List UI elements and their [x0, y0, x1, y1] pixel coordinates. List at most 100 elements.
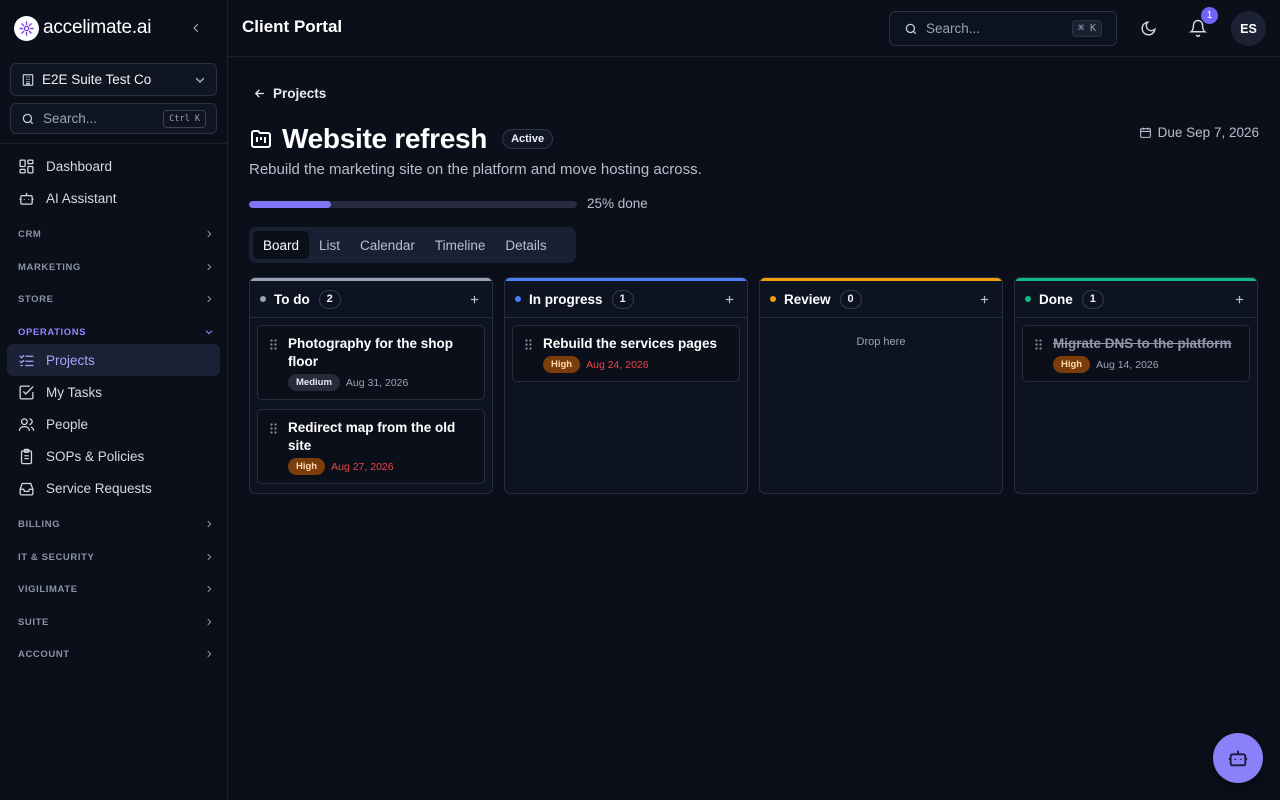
task-card[interactable]: Rebuild the services pages High Aug 24, …: [512, 325, 740, 382]
sidebar-search-input[interactable]: Search... Ctrl K: [10, 103, 217, 134]
sidebar-section-billing[interactable]: BILLING: [18, 515, 214, 533]
sidebar-section-operations[interactable]: OPERATIONS: [18, 323, 214, 341]
sidebar-section-vigilimate[interactable]: VIGILIMATE: [18, 580, 214, 598]
sidebar-item-service-requests[interactable]: Service Requests: [7, 472, 220, 504]
task-title: Migrate DNS to the platform: [1053, 336, 1232, 351]
org-select[interactable]: E2E Suite Test Co: [10, 63, 217, 96]
tab-list[interactable]: List: [309, 231, 350, 259]
task-card[interactable]: Redirect map from the old site High Aug …: [257, 409, 485, 484]
task-card[interactable]: Migrate DNS to the platform High Aug 14,…: [1022, 325, 1250, 382]
ai-assistant-fab-button[interactable]: [1213, 733, 1263, 783]
org-name: E2E Suite Test Co: [42, 72, 152, 87]
add-card-button[interactable]: [1231, 291, 1247, 307]
sidebar-item-label: Service Requests: [46, 480, 152, 496]
theme-toggle-button[interactable]: [1136, 16, 1160, 40]
board-column-done[interactable]: Done 1 Migrate DNS to the platform High …: [1014, 277, 1258, 494]
topbar: Client Portal Search... ⌘ K 1 ES: [228, 0, 1280, 57]
clipboard-icon: [20, 448, 33, 464]
sidebar-section-crm[interactable]: CRM: [18, 225, 214, 243]
column-header: Review 0: [760, 281, 1002, 318]
page-title: Client Portal: [242, 17, 343, 36]
project-progress-bar: [249, 201, 577, 208]
sidebar-item-my-tasks[interactable]: My Tasks: [7, 376, 220, 408]
robot-icon: [1228, 750, 1248, 767]
chevron-right-icon: [207, 295, 212, 303]
square-check-icon: [19, 384, 34, 400]
sidebar-section-it-security[interactable]: IT & SECURITY: [18, 548, 214, 566]
section-label: CRM: [18, 228, 42, 240]
task-title: Redirect map from the old site: [288, 420, 456, 453]
tab-calendar[interactable]: Calendar: [350, 231, 425, 259]
task-card[interactable]: Photography for the shop floor Medium Au…: [257, 325, 485, 400]
task-meta: Medium Aug 31, 2026: [288, 374, 474, 391]
dashboard-icon: [19, 158, 34, 174]
sidebar-item-label: People: [46, 416, 89, 432]
tab-timeline[interactable]: Timeline: [425, 231, 496, 259]
add-card-button[interactable]: [721, 291, 737, 307]
task-title: Photography for the shop floor: [288, 336, 453, 369]
drag-handle-icon[interactable]: [270, 423, 277, 434]
section-label: OPERATIONS: [18, 326, 87, 338]
user-avatar[interactable]: ES: [1231, 11, 1266, 46]
sidebar-item-people[interactable]: People: [7, 408, 220, 440]
sidebar-section-marketing[interactable]: MARKETING: [18, 258, 214, 276]
add-card-button[interactable]: [976, 291, 992, 307]
back-link-label: Projects: [273, 86, 327, 101]
board-column-in-progress[interactable]: In progress 1 Rebuild the services pages…: [504, 277, 748, 494]
search-icon: [22, 113, 34, 124]
inbox-icon: [19, 482, 34, 496]
drop-zone-label[interactable]: Drop here: [760, 336, 1002, 348]
due-date-label: Due Sep 7, 2026: [1157, 125, 1259, 140]
tab-board[interactable]: Board: [253, 231, 310, 259]
sidebar-item-projects[interactable]: Projects: [7, 344, 220, 376]
brand[interactable]: accelimate.ai: [14, 15, 151, 41]
chevron-right-icon: [207, 230, 212, 238]
sidebar-section-account[interactable]: ACCOUNT: [18, 645, 214, 663]
add-card-button[interactable]: [466, 291, 482, 307]
sidebar-section-suite[interactable]: SUITE: [18, 613, 214, 631]
chevron-right-icon: [207, 650, 212, 658]
chevron-down-icon: [205, 330, 213, 335]
sidebar-item-sops-policies[interactable]: SOPs & Policies: [7, 440, 220, 472]
plus-icon: [1235, 295, 1243, 303]
sidebar-section-store[interactable]: STORE: [18, 290, 214, 308]
priority-badge: High: [1053, 356, 1091, 373]
column-status-dot: [515, 296, 521, 302]
board-column-review[interactable]: Review 0 Drop here: [759, 277, 1003, 494]
section-label: STORE: [18, 293, 54, 305]
chevron-right-icon: [207, 263, 212, 271]
section-label: BILLING: [18, 518, 61, 530]
section-label: MARKETING: [18, 261, 81, 273]
chevron-right-icon: [207, 520, 212, 528]
sidebar-item-label: Dashboard: [46, 158, 113, 174]
global-search-shortcut: ⌘ K: [1071, 20, 1102, 37]
task-due-date: Aug 14, 2026: [1096, 358, 1159, 371]
column-status-dot: [260, 296, 266, 302]
chevron-right-icon: [207, 585, 212, 593]
calendar-icon: [1139, 127, 1151, 138]
column-status-dot: [770, 296, 776, 302]
search-icon: [905, 23, 917, 34]
board-column-todo[interactable]: To do 2 Photography for the shop floor M…: [249, 277, 493, 494]
plus-icon: [725, 295, 733, 303]
section-label: SUITE: [18, 616, 49, 628]
back-to-projects-link[interactable]: Projects: [253, 86, 326, 101]
sidebar-item-dashboard[interactable]: Dashboard: [7, 150, 220, 182]
sidebar-item-label: Projects: [46, 352, 95, 368]
tab-details[interactable]: Details: [495, 231, 556, 259]
sidebar-item-ai-assistant[interactable]: AI Assistant: [7, 182, 220, 214]
task-meta: High Aug 14, 2026: [1053, 356, 1239, 373]
sidebar-item-label: SOPs & Policies: [46, 448, 145, 464]
drag-handle-icon[interactable]: [270, 339, 277, 350]
project-due-date: Due Sep 7, 2026: [1139, 125, 1259, 140]
sidebar-item-label: AI Assistant: [46, 190, 117, 206]
drag-handle-icon[interactable]: [525, 339, 532, 350]
sidebar: accelimate.ai E2E Suite Test Co Search..…: [0, 0, 228, 800]
task-due-date: Aug 24, 2026: [586, 358, 649, 371]
global-search-input[interactable]: Search... ⌘ K: [889, 11, 1117, 46]
folder-kanban-icon: [251, 130, 271, 148]
arrow-left-icon: [254, 89, 264, 98]
collapse-sidebar-button[interactable]: [186, 18, 206, 38]
users-icon: [18, 417, 35, 431]
drag-handle-icon[interactable]: [1035, 339, 1042, 350]
